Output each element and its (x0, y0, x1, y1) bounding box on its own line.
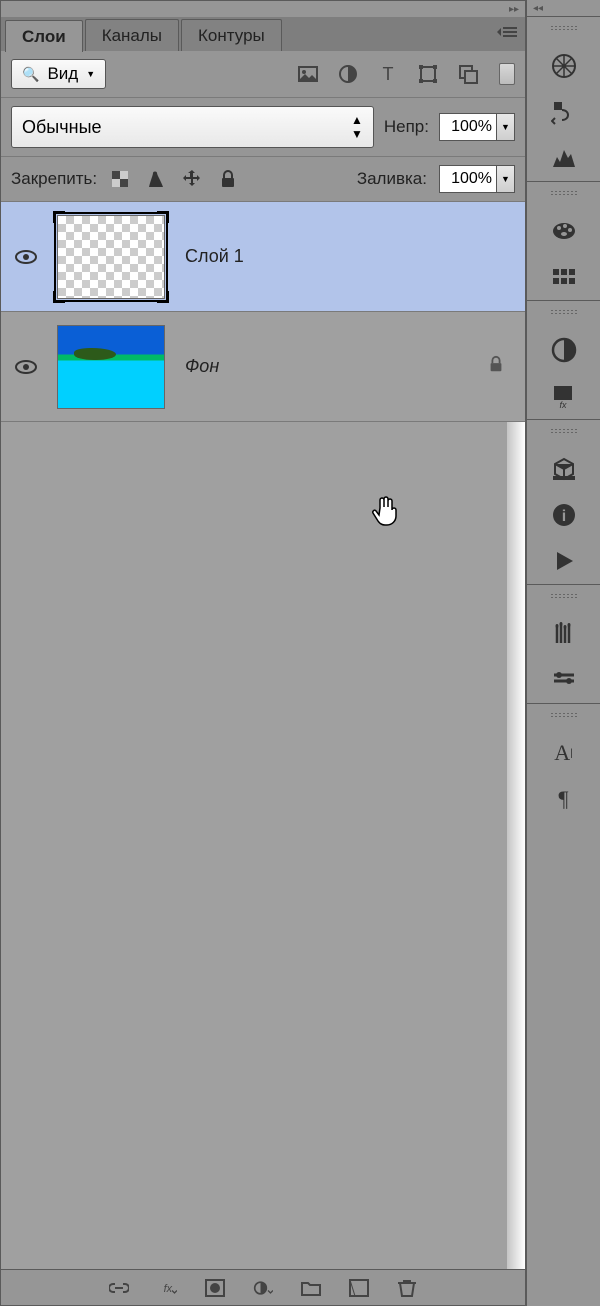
filter-type-icon[interactable]: T (377, 63, 399, 85)
brush-presets-icon[interactable] (549, 665, 579, 695)
opacity-input[interactable] (439, 113, 497, 141)
tab-layers[interactable]: Слои (5, 20, 83, 52)
adjustments-icon[interactable] (549, 335, 579, 365)
filter-adjustment-icon[interactable] (337, 63, 359, 85)
filter-smartobject-icon[interactable] (457, 63, 479, 85)
delete-layer-icon[interactable] (396, 1277, 418, 1299)
layer-name[interactable]: Фон (185, 356, 219, 377)
layer-filter-kind-label: Вид (47, 64, 78, 84)
navigator-icon[interactable] (549, 51, 579, 81)
add-mask-icon[interactable] (204, 1277, 226, 1299)
swatches-icon[interactable] (549, 262, 579, 292)
layer-thumbnail[interactable] (57, 215, 165, 299)
dock-grip[interactable] (550, 309, 578, 315)
lock-transparency-icon[interactable] (109, 168, 131, 190)
character-icon[interactable]: A| (549, 738, 579, 768)
tab-paths[interactable]: Контуры (181, 19, 282, 51)
info-icon[interactable]: i (549, 500, 579, 530)
filter-shape-icon[interactable] (417, 63, 439, 85)
chevron-updown-icon: ▲▼ (351, 113, 363, 141)
search-icon: 🔍 (22, 66, 39, 83)
lock-label: Закрепить: (11, 169, 97, 189)
visibility-toggle[interactable] (11, 352, 41, 382)
paragraph-icon[interactable]: ¶ (549, 784, 579, 814)
brushes-icon[interactable] (549, 619, 579, 649)
svg-text:fx: fx (164, 1283, 173, 1295)
fill-input[interactable] (439, 165, 497, 193)
dock-grip[interactable] (550, 428, 578, 434)
svg-text:T: T (383, 64, 394, 84)
layer-row[interactable]: Слой 1 (1, 202, 525, 312)
play-icon[interactable] (549, 546, 579, 576)
collapse-right-icon[interactable]: ▸▸ (509, 4, 519, 15)
history-icon[interactable] (549, 97, 579, 127)
hand-cursor-icon (371, 494, 399, 531)
fill-dropdown-icon[interactable]: ▼ (497, 165, 515, 193)
color-icon[interactable] (549, 216, 579, 246)
layer-name[interactable]: Слой 1 (185, 246, 244, 267)
lock-image-icon[interactable] (145, 168, 167, 190)
panel-top-controls: ▸▸ (1, 1, 525, 17)
layer-lock-icon (487, 355, 505, 378)
svg-text:fx: fx (559, 400, 567, 409)
fill-label: Заливка: (357, 169, 427, 189)
3d-icon[interactable] (549, 454, 579, 484)
blend-mode-value: Обычные (22, 117, 102, 138)
styles-icon[interactable]: fx (549, 381, 579, 411)
opacity-label: Непр: (384, 117, 429, 137)
visibility-toggle[interactable] (11, 242, 41, 272)
dock-grip[interactable] (550, 593, 578, 599)
dock-grip[interactable] (550, 190, 578, 196)
layer-thumbnail[interactable] (57, 325, 165, 409)
new-layer-icon[interactable] (348, 1277, 370, 1299)
adjustment-layer-icon[interactable] (252, 1277, 274, 1299)
chevron-down-icon: ▼ (86, 69, 95, 79)
expand-dock-icon[interactable]: ◂◂ (527, 0, 600, 16)
new-group-icon[interactable] (300, 1277, 322, 1299)
filter-toggle-switch[interactable] (499, 63, 515, 85)
filter-pixel-icon[interactable] (297, 63, 319, 85)
layer-row[interactable]: Фон (1, 312, 525, 422)
opacity-dropdown-icon[interactable]: ▼ (497, 113, 515, 141)
lock-position-icon[interactable] (181, 168, 203, 190)
layer-fx-icon[interactable]: fx (156, 1277, 178, 1299)
tab-channels[interactable]: Каналы (85, 19, 179, 51)
dock-grip[interactable] (550, 25, 578, 31)
layer-filter-kind-select[interactable]: 🔍 Вид ▼ (11, 59, 106, 89)
link-layers-icon[interactable] (108, 1277, 130, 1299)
dock-grip[interactable] (550, 712, 578, 718)
histogram-icon[interactable] (549, 143, 579, 173)
layers-list[interactable]: Слой 1 Фон (1, 202, 525, 1269)
blend-mode-select[interactable]: Обычные ▲▼ (11, 106, 374, 148)
panel-menu-icon[interactable] (497, 25, 517, 39)
svg-text:i: i (561, 508, 565, 525)
lock-all-icon[interactable] (217, 168, 239, 190)
